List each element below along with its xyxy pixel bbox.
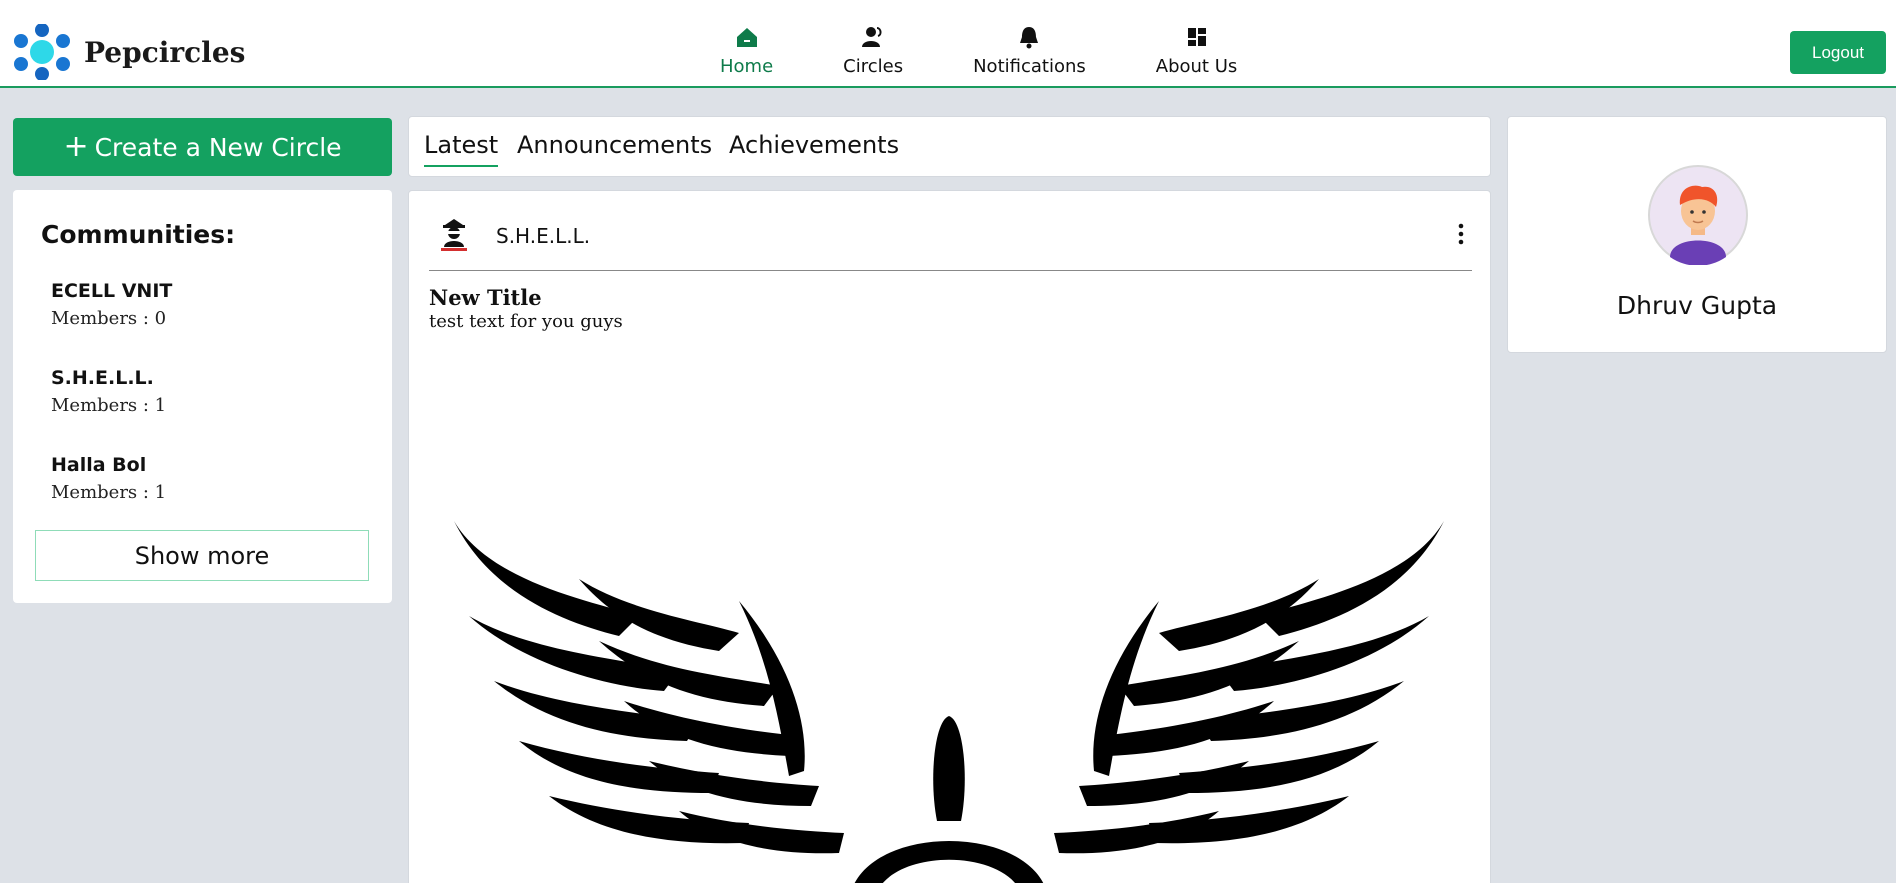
- community-members: Members : 1: [51, 395, 167, 416]
- tab-achievements[interactable]: Achievements: [729, 131, 899, 165]
- community-name: Halla Bol: [51, 454, 147, 476]
- nav-label-about-us: About Us: [1155, 56, 1238, 77]
- users-icon: [860, 24, 886, 54]
- home-icon: [734, 24, 760, 54]
- communities-panel: Communities: ECELL VNIT Members : 0 S.H.…: [13, 190, 392, 603]
- community-item[interactable]: ECELL VNIT Members : 0: [51, 280, 172, 329]
- nav-item-notifications[interactable]: Notifications: [973, 24, 1086, 77]
- logout-button[interactable]: Logout: [1790, 31, 1886, 74]
- molecule-logo-icon: [12, 23, 72, 81]
- post-divider: [429, 270, 1472, 271]
- community-name: ECELL VNIT: [51, 280, 173, 302]
- tab-announcements[interactable]: Announcements: [517, 131, 712, 165]
- kebab-menu-icon[interactable]: [1449, 221, 1473, 247]
- nav-item-home[interactable]: Home: [720, 24, 773, 77]
- community-item[interactable]: S.H.E.L.L. Members : 1: [51, 367, 166, 416]
- communities-heading: Communities:: [41, 220, 236, 249]
- post-author[interactable]: S.H.E.L.L.: [496, 224, 590, 248]
- user-avatar-icon[interactable]: [1648, 165, 1748, 266]
- profile-name: Dhruv Gupta: [1616, 291, 1778, 320]
- post-card: S.H.E.L.L. New Title test text for you g…: [408, 190, 1491, 883]
- plus-icon: +: [63, 129, 89, 164]
- community-members: Members : 1: [51, 482, 167, 503]
- dashboard-icon: [1184, 24, 1210, 54]
- tab-latest[interactable]: Latest: [424, 131, 499, 167]
- nav-label-circles: Circles: [843, 56, 904, 77]
- brand[interactable]: Pepcircles: [12, 23, 246, 81]
- create-circle-label: Create a New Circle: [94, 132, 342, 162]
- profile-card: Dhruv Gupta: [1507, 116, 1887, 353]
- feed-tabs: Latest Announcements Achievements: [408, 116, 1491, 177]
- brand-name: Pepcircles: [84, 35, 246, 69]
- create-circle-button[interactable]: + Create a New Circle: [13, 118, 392, 176]
- post-text: test text for you guys: [429, 311, 623, 332]
- bell-icon: [1016, 24, 1042, 54]
- community-name: S.H.E.L.L.: [51, 367, 154, 389]
- nav-label-home: Home: [720, 56, 774, 77]
- post-title: New Title: [429, 285, 542, 310]
- community-item[interactable]: Halla Bol Members : 1: [51, 454, 166, 503]
- circle-avatar[interactable]: [437, 215, 471, 253]
- winged-emblem-image: [449, 521, 1449, 883]
- main-nav: Home Circles Notifications About Us: [720, 24, 1307, 77]
- top-navbar: Pepcircles Home Circles Notifications Ab…: [0, 0, 1896, 88]
- show-more-button[interactable]: Show more: [35, 530, 369, 581]
- nav-item-circles[interactable]: Circles: [843, 24, 903, 77]
- nav-label-notifications: Notifications: [973, 56, 1086, 77]
- nav-item-about-us[interactable]: About Us: [1155, 24, 1238, 77]
- community-members: Members : 0: [51, 308, 167, 329]
